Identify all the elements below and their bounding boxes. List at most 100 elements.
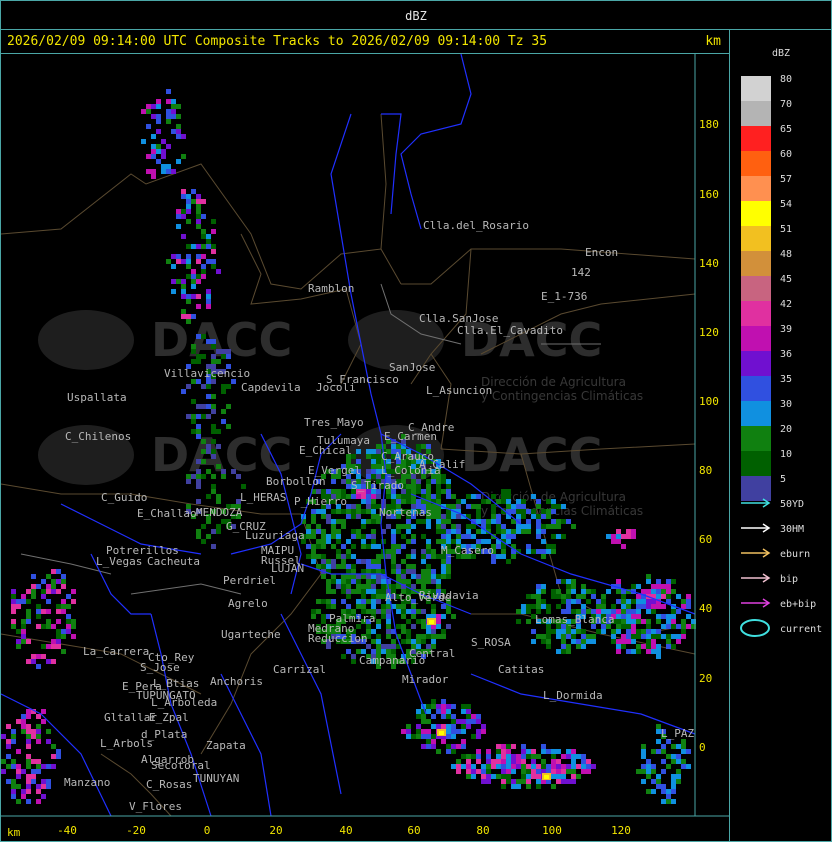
radar-pixel xyxy=(531,594,536,599)
radar-pixel xyxy=(346,539,351,544)
radar-pixel xyxy=(571,584,576,589)
radar-pixel xyxy=(431,744,436,749)
radar-pixel xyxy=(511,759,516,764)
radar-pixel xyxy=(436,704,441,709)
x-tick-label: -40 xyxy=(57,824,77,837)
radar-pixel xyxy=(341,509,346,514)
radar-pixel xyxy=(676,769,681,774)
radar-pixel xyxy=(391,499,396,504)
radar-pixel xyxy=(616,539,621,544)
radar-pixel xyxy=(171,169,176,174)
track-label: 50YD xyxy=(780,499,804,510)
radar-pixel xyxy=(51,584,56,589)
radar-pixel xyxy=(346,509,351,514)
radar-pixel xyxy=(531,494,536,499)
radar-pixel xyxy=(6,744,11,749)
radar-pixel xyxy=(331,479,336,484)
radar-pixel xyxy=(176,214,181,219)
radar-pixel xyxy=(646,634,651,639)
radar-pixel xyxy=(31,584,36,589)
radar-pixel xyxy=(371,449,376,454)
radar-map[interactable]: DACC DACCDACC DACCDirección de Agricultura… xyxy=(1,54,729,840)
scale-swatch xyxy=(741,376,771,401)
radar-pixel xyxy=(166,169,171,174)
radar-pixel xyxy=(156,119,161,124)
radar-pixel xyxy=(421,729,426,734)
radar-map-panel[interactable]: DACC DACC DACC DACC Dirección de Agricultura… xyxy=(0,54,730,842)
radar-pixel xyxy=(481,779,486,784)
radar-pixel xyxy=(546,634,551,639)
radar-pixel xyxy=(361,569,366,574)
radar-pixel xyxy=(546,629,551,634)
radar-pixel xyxy=(216,499,221,504)
radar-pixel xyxy=(46,609,51,614)
radar-pixel xyxy=(581,759,586,764)
radar-pixel xyxy=(571,599,576,604)
radar-pixel xyxy=(356,449,361,454)
radar-pixel xyxy=(506,774,511,779)
radar-pixel xyxy=(226,354,231,359)
radar-pixel xyxy=(401,614,406,619)
radar-pixel xyxy=(491,514,496,519)
radar-pixel xyxy=(411,479,416,484)
radar-pixel xyxy=(41,784,46,789)
radar-pixel xyxy=(576,644,581,649)
radar-pixel xyxy=(671,774,676,779)
radar-pixel xyxy=(651,584,656,589)
place-label: Tres_Mayo xyxy=(304,416,364,429)
radar-pixel xyxy=(451,744,456,749)
radar-pixel xyxy=(221,409,226,414)
scale-swatch xyxy=(741,226,771,251)
radar-pixel xyxy=(621,609,626,614)
radar-pixel xyxy=(546,544,551,549)
radar-pixel xyxy=(656,649,661,654)
radar-pixel xyxy=(1,734,6,739)
radar-pixel xyxy=(426,634,431,639)
radar-pixel xyxy=(661,634,666,639)
radar-pixel xyxy=(396,529,401,534)
radar-pixel xyxy=(186,254,191,259)
radar-pixel xyxy=(191,244,196,249)
radar-pixel xyxy=(476,519,481,524)
radar-pixel xyxy=(11,599,16,604)
radar-pixel xyxy=(646,579,651,584)
radar-pixel xyxy=(196,484,201,489)
radar-pixel xyxy=(541,589,546,594)
radar-pixel xyxy=(381,604,386,609)
radar-pixel xyxy=(206,404,211,409)
radar-pixel xyxy=(456,529,461,534)
radar-pixel xyxy=(666,754,671,759)
radar-pixel xyxy=(576,599,581,604)
radar-core xyxy=(439,731,444,735)
radar-pixel xyxy=(36,734,41,739)
place-label: C_Guido xyxy=(101,491,147,504)
radar-pixel xyxy=(206,259,211,264)
radar-pixel xyxy=(186,474,191,479)
radar-pixel xyxy=(181,389,186,394)
radar-pixel xyxy=(446,529,451,534)
radar-pixel xyxy=(196,499,201,504)
radar-pixel xyxy=(486,519,491,524)
place-label: Ugarteche xyxy=(221,628,281,641)
radar-pixel xyxy=(646,574,651,579)
x-tick-label: 80 xyxy=(476,824,489,837)
radar-pixel xyxy=(616,639,621,644)
radar-pixel xyxy=(661,769,666,774)
radar-pixel xyxy=(356,589,361,594)
radar-pixel xyxy=(531,759,536,764)
radar-pixel xyxy=(541,764,546,769)
radar-pixel xyxy=(646,769,651,774)
radar-pixel xyxy=(311,529,316,534)
radar-pixel xyxy=(666,594,671,599)
radar-pixel xyxy=(336,584,341,589)
radar-pixel xyxy=(581,769,586,774)
radar-pixel xyxy=(441,714,446,719)
radar-pixel xyxy=(556,774,561,779)
radar-pixel xyxy=(411,539,416,544)
radar-pixel xyxy=(501,529,506,534)
radar-pixel xyxy=(446,484,451,489)
radar-pixel xyxy=(631,609,636,614)
radar-pixel xyxy=(206,394,211,399)
place-label: Perdriel xyxy=(223,574,276,587)
radar-pixel xyxy=(641,764,646,769)
